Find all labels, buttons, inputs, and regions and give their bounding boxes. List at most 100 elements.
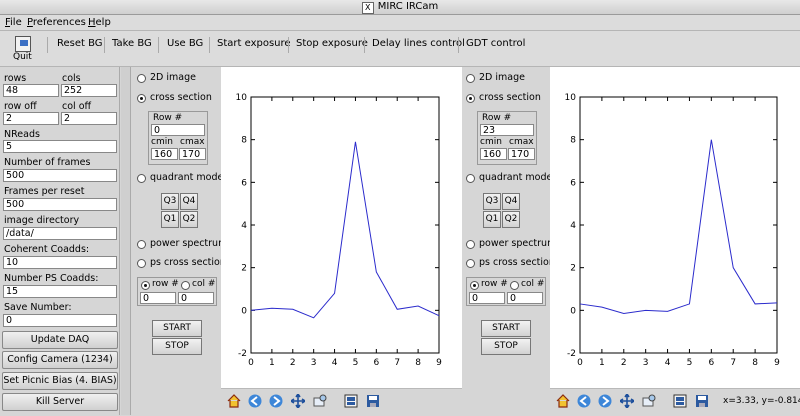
radio-col-select[interactable] xyxy=(181,281,190,290)
coherent-coadds-label: Coherent Coadds: xyxy=(4,244,90,255)
number-ps-coadds-input[interactable]: 15 xyxy=(3,285,117,298)
q4-button[interactable]: Q4 xyxy=(180,193,198,210)
row-select-input[interactable]: 0 xyxy=(469,292,505,304)
menu-preferences[interactable]: Preferences xyxy=(27,17,86,28)
update-daq-parameters-button[interactable]: Update DAQ Parameters xyxy=(2,331,118,361)
save-number-input[interactable]: 0 xyxy=(3,314,117,327)
cmin-input[interactable]: 160 xyxy=(151,148,178,160)
y-tick-label: 2 xyxy=(570,264,576,274)
row-select-label: row # xyxy=(481,279,508,289)
radio-col-select[interactable] xyxy=(510,281,519,290)
save-figure-icon[interactable] xyxy=(695,394,709,408)
frames-per-reset-input[interactable]: 500 xyxy=(3,198,117,211)
home-icon[interactable] xyxy=(556,394,570,408)
plot-canvas-2[interactable]: 0 1 2 3 4 5 6 7 8 9 -2 0 2 4 6 8 10 xyxy=(550,67,800,388)
radio-power-spectrum[interactable] xyxy=(137,240,146,249)
stop-button[interactable]: STOP xyxy=(152,338,202,355)
q2-button[interactable]: Q2 xyxy=(502,211,520,228)
coherent-coadds-input[interactable]: 10 xyxy=(3,256,117,269)
start-button[interactable]: START xyxy=(481,320,531,337)
toolbar-separator xyxy=(364,37,365,53)
cmin-input[interactable]: 160 xyxy=(480,148,507,160)
forward-arrow-icon[interactable] xyxy=(269,394,283,408)
radio-2d-image-label: 2D image xyxy=(479,72,525,83)
radio-quadrant-mode[interactable] xyxy=(137,174,146,183)
subplots-config-icon[interactable] xyxy=(673,394,687,408)
q3-button[interactable]: Q3 xyxy=(161,193,179,210)
row-number-label: Row # xyxy=(153,113,183,123)
q4-button[interactable]: Q4 xyxy=(502,193,520,210)
rows-input[interactable]: 48 xyxy=(3,84,59,97)
nreads-input[interactable]: 5 xyxy=(3,140,117,153)
save-number-label: Save Number: xyxy=(4,302,72,313)
row-number-input[interactable]: 23 xyxy=(480,124,534,136)
y-tick-label: 8 xyxy=(241,136,247,146)
gdt-control-button[interactable]: GDT control xyxy=(466,38,525,49)
set-picnic-bias-button[interactable]: Set Picnic Bias (4. BIAS) xyxy=(2,372,118,390)
x-tick-label: 0 xyxy=(577,358,583,368)
config-camera-button[interactable]: Config Camera (1234) xyxy=(2,351,118,369)
quit-icon xyxy=(15,36,31,52)
parameter-panel: rows cols 48 252 row off col off 2 2 NRe… xyxy=(0,67,120,415)
pan-icon[interactable] xyxy=(620,394,634,408)
radio-ps-cross-section-label: ps cross section xyxy=(150,257,226,268)
pan-icon[interactable] xyxy=(291,394,305,408)
radio-2d-image[interactable] xyxy=(466,74,475,83)
home-icon[interactable] xyxy=(227,394,241,408)
q1-button[interactable]: Q1 xyxy=(161,211,179,228)
row-select-input[interactable]: 0 xyxy=(140,292,176,304)
start-exposure-button[interactable]: Start exposure xyxy=(217,38,291,49)
radio-ps-cross-section[interactable] xyxy=(466,259,475,268)
delay-lines-control-button[interactable]: Delay lines control xyxy=(372,38,465,49)
radio-row-select[interactable] xyxy=(470,281,479,290)
col-select-input[interactable]: 0 xyxy=(178,292,214,304)
stop-button[interactable]: STOP xyxy=(481,338,531,355)
toolbar-separator xyxy=(47,37,48,53)
cols-input[interactable]: 252 xyxy=(61,84,117,97)
radio-ps-cross-section[interactable] xyxy=(137,259,146,268)
use-bg-button[interactable]: Use BG xyxy=(167,38,203,49)
take-bg-button[interactable]: Take BG xyxy=(112,38,152,49)
back-arrow-icon[interactable] xyxy=(248,394,262,408)
x-tick-label: 8 xyxy=(752,358,758,368)
q1-button[interactable]: Q1 xyxy=(483,211,501,228)
radio-ps-cross-section-label: ps cross section xyxy=(479,257,555,268)
stop-exposure-button[interactable]: Stop exposure xyxy=(296,38,368,49)
menu-file[interactable]: File xyxy=(5,17,22,28)
menu-help[interactable]: Help xyxy=(88,17,111,28)
toolbar-separator xyxy=(458,37,459,53)
col-select-input[interactable]: 0 xyxy=(507,292,543,304)
subplots-config-icon[interactable] xyxy=(344,394,358,408)
forward-arrow-icon[interactable] xyxy=(598,394,612,408)
y-tick-label: -2 xyxy=(238,349,247,359)
radio-cross-section-label: cross section xyxy=(150,92,212,103)
reset-bg-button[interactable]: Reset BG xyxy=(57,38,103,49)
cmax-input[interactable]: 170 xyxy=(508,148,535,160)
radio-2d-image[interactable] xyxy=(137,74,146,83)
radio-row-select[interactable] xyxy=(141,281,150,290)
x-tick-label: 1 xyxy=(599,358,605,368)
start-button[interactable]: START xyxy=(152,320,202,337)
cmax-input[interactable]: 170 xyxy=(179,148,206,160)
x-tick-label: 2 xyxy=(621,358,627,368)
q3-button[interactable]: Q3 xyxy=(483,193,501,210)
zoom-rect-icon[interactable] xyxy=(642,394,656,408)
zoom-rect-icon[interactable] xyxy=(313,394,327,408)
row-number-input[interactable]: 0 xyxy=(151,124,205,136)
row-off-input[interactable]: 2 xyxy=(3,112,59,125)
splitter-handle[interactable] xyxy=(121,67,131,415)
radio-quadrant-mode[interactable] xyxy=(466,174,475,183)
image-directory-input[interactable]: /data/ xyxy=(3,227,117,240)
col-off-input[interactable]: 2 xyxy=(61,112,117,125)
cross-section-group: Row # 23 cmin cmax 160 170 xyxy=(477,111,537,165)
plot-canvas-1[interactable]: 0 1 2 3 4 5 6 7 8 9 -2 0 2 4 6 8 10 xyxy=(221,67,462,388)
kill-server-button[interactable]: Kill Server xyxy=(2,393,118,411)
plot-toolbar-1 xyxy=(221,388,462,416)
back-arrow-icon[interactable] xyxy=(577,394,591,408)
save-figure-icon[interactable] xyxy=(366,394,380,408)
number-of-frames-input[interactable]: 500 xyxy=(3,169,117,182)
radio-cross-section[interactable] xyxy=(466,94,475,103)
q2-button[interactable]: Q2 xyxy=(180,211,198,228)
radio-cross-section[interactable] xyxy=(137,94,146,103)
radio-power-spectrum[interactable] xyxy=(466,240,475,249)
